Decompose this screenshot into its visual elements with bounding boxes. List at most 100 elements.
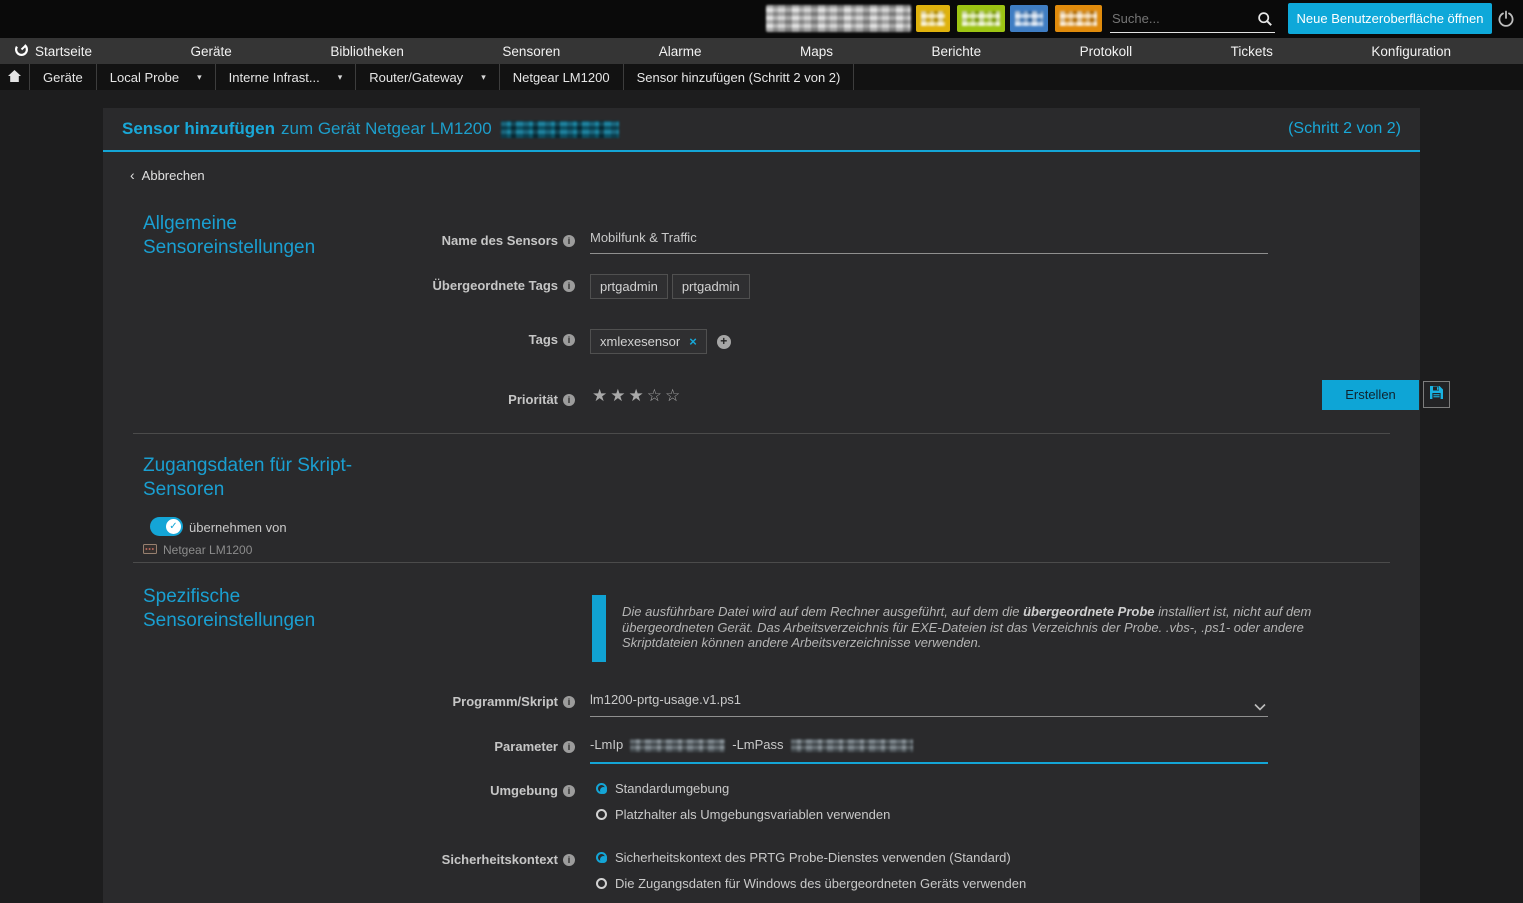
radio-option-windows-credentials[interactable]: Die Zugangsdaten für Windows des übergeo… (596, 876, 1026, 891)
radio-option-placeholder-env-vars[interactable]: Platzhalter als Umgebungsvariablen verwe… (596, 807, 890, 822)
star-empty-icons[interactable]: ☆☆ (647, 386, 683, 405)
toggle-check-icon: ✓ (166, 519, 181, 534)
breadcrumb-item-internal-infra[interactable]: Interne Infrast... ▾ (216, 64, 357, 90)
breadcrumb-label: Netgear LM1200 (513, 70, 610, 85)
radio-selected-icon[interactable] (596, 852, 607, 863)
section-title-credentials: Zugangsdaten für Skript-Sensoren (143, 454, 403, 502)
page-title: Sensor hinzufügen (122, 119, 275, 139)
nav-item-label: Bibliotheken (330, 44, 404, 59)
radio-label: Sicherheitskontext des PRTG Probe-Dienst… (615, 850, 1011, 865)
search-input[interactable] (1110, 8, 1248, 26)
create-button[interactable]: Erstellen (1322, 380, 1419, 410)
open-new-ui-button[interactable]: Neue Benutzeroberfläche öffnen (1288, 3, 1492, 34)
save-button[interactable] (1423, 381, 1450, 408)
inherit-source[interactable]: Netgear LM1200 (143, 543, 252, 557)
device-icon (143, 543, 157, 557)
chevron-down-icon (1254, 699, 1266, 714)
breadcrumb-home[interactable] (0, 64, 30, 90)
add-tag-button[interactable]: + (717, 335, 731, 349)
breadcrumb-item-devices[interactable]: Geräte (30, 64, 97, 90)
nav-item-sensors[interactable]: Sensoren (502, 44, 560, 59)
parameter-input[interactable]: -LmIp -LmPass (590, 737, 1268, 764)
floppy-disk-icon (1429, 385, 1444, 405)
breadcrumb-label: Local Probe (110, 70, 179, 85)
inherit-source-label: Netgear LM1200 (163, 543, 252, 557)
chevron-down-icon[interactable]: ▾ (481, 72, 486, 83)
status-badge-warning[interactable] (916, 5, 950, 32)
remove-tag-icon[interactable]: × (689, 334, 697, 349)
nav-item-devices[interactable]: Geräte (191, 44, 232, 59)
nav-item-libraries[interactable]: Bibliotheken (330, 44, 404, 59)
nav-item-home[interactable]: Startseite (14, 42, 92, 60)
label-text: Programm/Skript (453, 694, 558, 709)
wizard-step-indicator: (Schritt 2 von 2) (1288, 120, 1401, 138)
search-icon[interactable] (1257, 11, 1273, 32)
nav-item-label: Konfiguration (1371, 44, 1451, 59)
field-label-tags: Tagsi (103, 332, 575, 347)
breadcrumb-item-local-probe[interactable]: Local Probe ▾ (97, 64, 216, 90)
censored-badge-count (921, 11, 945, 26)
field-label-priority: Prioritäti (103, 392, 575, 407)
radio-selected-icon[interactable] (596, 783, 607, 794)
info-icon[interactable]: i (563, 334, 575, 346)
page-title-device: zum Gerät Netgear LM1200 (281, 119, 492, 139)
star-filled-icons[interactable]: ★★★ (592, 386, 647, 405)
censored-parameter-ip (630, 739, 725, 752)
security-context-radio-group: Sicherheitskontext des PRTG Probe-Dienst… (596, 850, 1026, 902)
nav-item-label: Geräte (191, 44, 232, 59)
info-icon[interactable]: i (563, 696, 575, 708)
radio-option-probe-service-context[interactable]: Sicherheitskontext des PRTG Probe-Dienst… (596, 850, 1026, 865)
nav-item-maps[interactable]: Maps (800, 44, 833, 59)
censored-badge-count (1060, 11, 1097, 26)
prtg-logo-icon (14, 42, 29, 60)
label-text: Übergeordnete Tags (433, 278, 558, 293)
inherit-toggle[interactable]: ✓ (150, 517, 183, 536)
info-icon[interactable]: i (563, 785, 575, 797)
home-icon (7, 69, 22, 86)
breadcrumb-label: Geräte (43, 70, 83, 85)
info-note-accent-bar (592, 595, 606, 662)
censored-badge-count (962, 11, 1000, 26)
breadcrumb-item-router-gateway[interactable]: Router/Gateway▾ (356, 64, 499, 90)
radio-unselected-icon[interactable] (596, 878, 607, 889)
chevron-down-icon[interactable]: ▾ (338, 72, 343, 83)
status-badge-paused[interactable] (1010, 5, 1048, 32)
cancel-link[interactable]: ‹Abbrechen (130, 167, 205, 183)
tag-chip: xmlexesensor× (590, 329, 707, 354)
status-badge-up[interactable] (957, 5, 1005, 32)
radio-label: Die Zugangsdaten für Windows des übergeo… (615, 876, 1026, 891)
info-icon[interactable]: i (563, 741, 575, 753)
breadcrumb-label: Sensor hinzufügen (Schritt 2 von 2) (637, 70, 841, 85)
parent-tags-list: prtgadmin prtgadmin (590, 274, 750, 299)
radio-unselected-icon[interactable] (596, 809, 607, 820)
section-divider (133, 433, 1390, 434)
radio-label: Platzhalter als Umgebungsvariablen verwe… (615, 807, 890, 822)
program-script-select[interactable]: lm1200-prtg-usage.v1.ps1 (590, 692, 1268, 717)
nav-item-label: Alarme (659, 44, 702, 59)
status-badge-unusual[interactable] (1055, 5, 1102, 32)
section-divider (133, 562, 1390, 563)
field-label-parameter: Parameteri (103, 739, 575, 754)
parameter-middle: -LmPass (732, 737, 783, 752)
sensor-name-input[interactable]: Mobilfunk & Traffic (590, 230, 1268, 254)
inherit-toggle-label: übernehmen von (189, 520, 287, 535)
censored-parameter-password (791, 739, 913, 752)
chevron-down-icon[interactable]: ▾ (197, 72, 202, 83)
parameter-prefix: -LmIp (590, 737, 623, 752)
info-icon[interactable]: i (563, 235, 575, 247)
nav-item-setup[interactable]: Konfiguration (1371, 44, 1451, 59)
breadcrumb-item-device[interactable]: Netgear LM1200 (500, 64, 624, 90)
logout-power-icon[interactable] (1497, 10, 1515, 33)
search-box (1110, 8, 1275, 33)
breadcrumb-label: Interne Infrast... (229, 70, 320, 85)
nav-item-label: Tickets (1231, 44, 1273, 59)
info-icon[interactable]: i (563, 854, 575, 866)
nav-item-alarms[interactable]: Alarme (659, 44, 702, 59)
priority-stars[interactable]: ★★★☆☆ (592, 386, 683, 406)
info-icon[interactable]: i (563, 394, 575, 406)
radio-option-standard-environment[interactable]: Standardumgebung (596, 781, 890, 796)
nav-item-tickets[interactable]: Tickets (1231, 44, 1273, 59)
nav-item-logs[interactable]: Protokoll (1080, 44, 1133, 59)
info-icon[interactable]: i (563, 280, 575, 292)
nav-item-reports[interactable]: Berichte (932, 44, 982, 59)
